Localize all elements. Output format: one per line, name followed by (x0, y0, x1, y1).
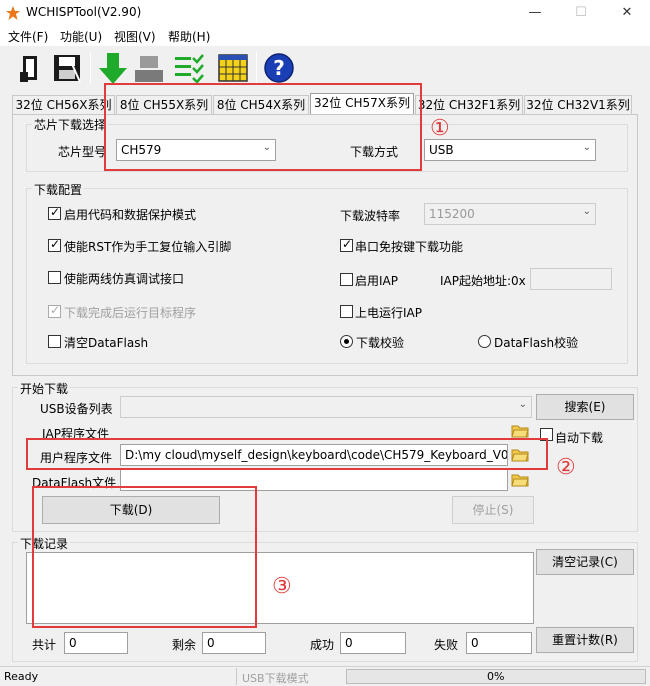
fail-value: 0 (466, 632, 532, 654)
usb-list-label: USB设备列表 (40, 402, 113, 416)
download-method-select[interactable]: USB ⌄ (424, 139, 596, 161)
status-mode: USB下载模式 (242, 672, 309, 685)
enable-iap-checkbox[interactable] (340, 273, 353, 286)
fail-label: 失败 (434, 638, 459, 652)
enable-protect-label: 启用代码和数据保护模式 (64, 208, 197, 222)
status-ready: Ready (4, 670, 39, 683)
close-button[interactable]: ✕ (604, 0, 650, 26)
chevron-down-icon: ⌄ (518, 399, 527, 410)
verify-dataflash-radio[interactable] (478, 335, 491, 348)
folder-open-icon[interactable] (511, 472, 529, 488)
tab-ch56x[interactable]: 32位 CH56X系列 (12, 95, 115, 115)
download-config-label: 下载配置 (32, 181, 85, 198)
rst-reset-checkbox[interactable] (48, 237, 61, 252)
menu-help[interactable]: 帮助(H) (168, 28, 210, 45)
success-value: 0 (340, 632, 406, 654)
annotation-number-2: ② (556, 455, 576, 480)
annotation-box-2 (26, 438, 548, 470)
title-bar: WCHISPTool(V2.90) — ☐ ✕ (0, 0, 650, 26)
status-divider (236, 668, 237, 685)
run-after-download-checkbox[interactable] (48, 303, 61, 318)
start-download-label: 开始下载 (18, 380, 71, 397)
two-wire-debug-label: 使能两线仿真调试接口 (64, 272, 185, 286)
window-title: WCHISPTool(V2.90) (26, 5, 142, 19)
enable-protect-checkbox[interactable] (48, 205, 61, 220)
annotation-number-3: ③ (272, 574, 292, 599)
clear-dataflash-label: 清空DataFlash (64, 336, 149, 350)
remaining-value: 0 (202, 632, 266, 654)
progress-text: 0% (487, 670, 505, 683)
progress-bar: 0% (346, 669, 646, 684)
annotation-number-1: ① (430, 116, 450, 141)
run-after-download-label: 下载完成后运行目标程序 (64, 306, 197, 320)
chevron-down-icon: ⌄ (582, 206, 591, 217)
poweron-run-iap-label: 上电运行IAP (355, 306, 422, 320)
search-button[interactable]: 搜索(E) (536, 394, 634, 420)
total-label: 共计 (32, 638, 57, 652)
menu-file[interactable]: 文件(F) (8, 28, 48, 45)
minimize-button[interactable]: — (512, 0, 558, 26)
success-label: 成功 (310, 638, 335, 652)
download-icon[interactable] (96, 50, 130, 86)
save-icon[interactable] (50, 50, 84, 86)
chip-select-label: 芯片下载选择 (32, 116, 109, 133)
verify-download-label: 下载校验 (356, 336, 405, 350)
iap-start-label: IAP起始地址:0x (440, 274, 526, 288)
grid-icon[interactable] (216, 50, 250, 86)
tab-ch32v1[interactable]: 32位 CH32V1系列 (524, 95, 632, 115)
verify-dataflash-label: DataFlash校验 (494, 336, 579, 350)
menu-view[interactable]: 视图(V) (114, 28, 156, 45)
help-icon[interactable]: ? (262, 50, 296, 86)
chevron-down-icon: ⌄ (582, 142, 591, 153)
reset-count-button[interactable]: 重置计数(R) (536, 627, 634, 653)
menu-bar: 文件(F) 功能(U) 视图(V) 帮助(H) (0, 26, 650, 46)
poweron-run-iap-checkbox[interactable] (340, 305, 353, 318)
chip-icon[interactable] (132, 50, 166, 86)
usb-device-select[interactable]: ⌄ (120, 396, 532, 418)
stop-button[interactable]: 停止(S) (452, 496, 534, 524)
serial-no-key-checkbox[interactable] (340, 237, 353, 252)
rst-reset-label: 使能RST作为手工复位输入引脚 (64, 240, 232, 254)
baud-value: 115200 (429, 207, 475, 221)
svg-text:?: ? (273, 56, 285, 80)
download-method-value: USB (429, 143, 454, 157)
open-icon[interactable] (14, 50, 48, 86)
tab-ch32f1[interactable]: 32位 CH32F1系列 (415, 95, 523, 115)
annotation-box-3 (32, 486, 257, 628)
list-check-icon[interactable] (172, 50, 206, 86)
verify-download-radio[interactable] (340, 335, 353, 348)
annotation-box-1 (104, 83, 422, 171)
toolbar-separator (256, 52, 257, 84)
toolbar-separator (90, 52, 91, 84)
remaining-label: 剩余 (172, 638, 197, 652)
app-icon (6, 6, 20, 20)
clear-log-button[interactable]: 清空记录(C) (536, 549, 634, 575)
menu-function[interactable]: 功能(U) (60, 28, 102, 45)
baud-select[interactable]: 115200 ⌄ (424, 203, 596, 225)
folder-open-icon[interactable] (511, 423, 529, 439)
enable-iap-label: 启用IAP (355, 274, 398, 288)
baud-label: 下载波特率 (340, 209, 401, 223)
clear-dataflash-checkbox[interactable] (48, 335, 61, 348)
two-wire-debug-checkbox[interactable] (48, 271, 61, 284)
serial-no-key-label: 串口免按键下载功能 (355, 240, 464, 254)
maximize-button[interactable]: ☐ (558, 0, 604, 26)
auto-download-label: 自动下载 (555, 431, 604, 445)
status-bar: Ready USB下载模式 0% (0, 666, 650, 685)
iap-start-input[interactable] (530, 268, 612, 290)
chip-model-label: 芯片型号 (58, 145, 107, 159)
total-value: 0 (64, 632, 128, 654)
